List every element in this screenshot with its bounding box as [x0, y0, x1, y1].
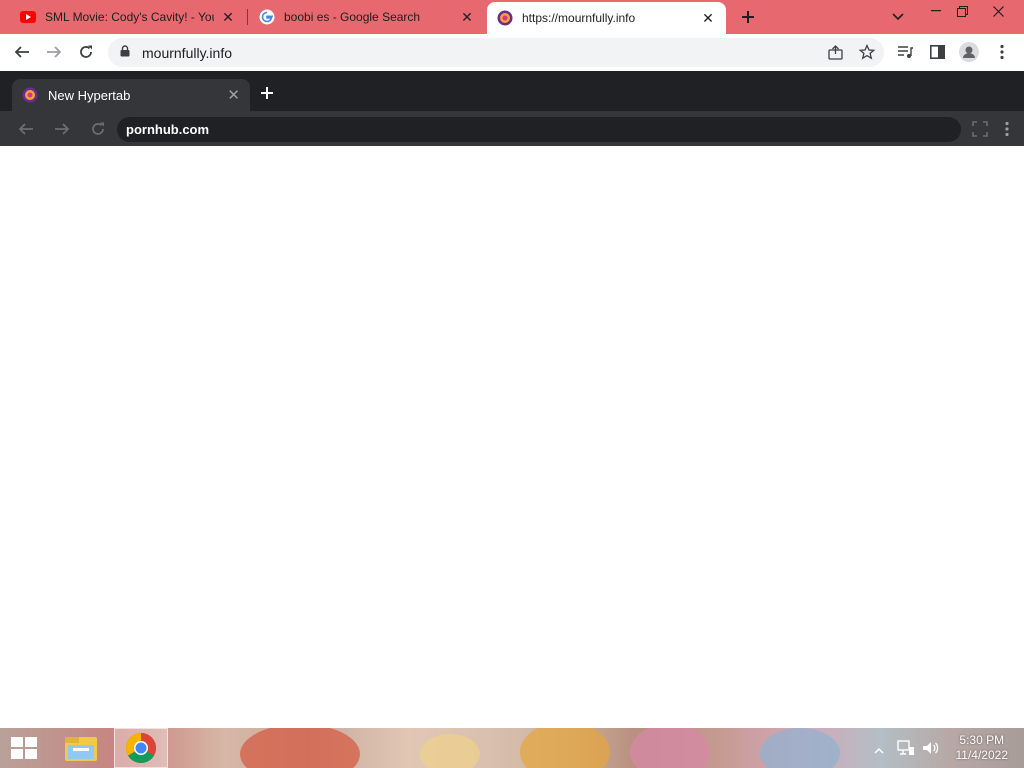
tab-title: https://mournfully.info	[522, 11, 636, 25]
network-icon[interactable]	[897, 739, 915, 762]
hypertab-icon	[497, 10, 513, 26]
inner-toolbar: pornhub.com	[0, 111, 1024, 146]
wallpaper-shape	[630, 728, 710, 768]
inner-address-bar[interactable]: pornhub.com	[117, 117, 961, 142]
tab-separator	[247, 9, 248, 25]
arrow-right-icon	[55, 123, 70, 135]
windows-taskbar: 5:30 PM 11/4/2022	[0, 728, 1024, 768]
page-content-blank[interactable]	[0, 146, 1024, 728]
inner-fullscreen-button[interactable]	[968, 117, 992, 141]
inner-new-tab-button[interactable]	[256, 82, 278, 104]
windows-start-icon	[11, 737, 37, 759]
close-tab-icon[interactable]: ✕	[227, 86, 240, 104]
inner-address-url: pornhub.com	[126, 122, 210, 137]
inner-tab-title: New Hypertab	[48, 87, 131, 103]
back-button[interactable]	[8, 38, 36, 66]
outer-tab-strip: SML Movie: Cody's Cavity! - YouT ✕ boobi…	[0, 0, 1024, 34]
wallpaper-shape	[520, 728, 610, 768]
file-explorer-icon	[65, 737, 97, 761]
restore-icon	[956, 5, 968, 17]
chevron-down-icon	[892, 13, 904, 21]
arrow-left-icon	[14, 46, 29, 58]
close-window-button[interactable]	[988, 2, 1008, 20]
reload-icon	[92, 122, 104, 135]
lock-icon[interactable]	[120, 44, 130, 62]
plus-icon	[261, 87, 273, 99]
menu-button[interactable]	[988, 38, 1016, 66]
tab-youtube[interactable]: SML Movie: Cody's Cavity! - YouT ✕	[10, 0, 246, 34]
side-panel-button[interactable]	[923, 38, 951, 66]
inner-reload-button[interactable]	[86, 117, 110, 141]
taskbar-clock[interactable]: 5:30 PM 11/4/2022	[956, 733, 1009, 763]
tab-mournfully-active[interactable]: https://mournfully.info ✕	[487, 2, 726, 34]
address-bar-url: mournfully.info	[142, 44, 233, 61]
kebab-menu-icon	[1005, 121, 1009, 137]
inner-tab-new-hypertab[interactable]: New Hypertab ✕	[12, 79, 250, 111]
close-tab-icon[interactable]: ✕	[220, 9, 236, 25]
clock-date: 11/4/2022	[955, 748, 1009, 762]
address-bar[interactable]: mournfully.info	[108, 38, 884, 67]
media-controls-button[interactable]	[891, 38, 919, 66]
start-button[interactable]	[0, 728, 48, 768]
outer-toolbar: mournfully.info	[0, 34, 1024, 71]
playlist-icon	[898, 46, 913, 58]
tab-google-search[interactable]: boobi es - Google Search ✕	[249, 0, 485, 34]
close-tab-icon[interactable]: ✕	[700, 10, 716, 26]
google-icon	[259, 9, 275, 25]
file-explorer-button[interactable]	[58, 728, 104, 768]
inner-forward-button[interactable]	[50, 117, 74, 141]
wallpaper-shape	[240, 728, 360, 768]
hypertab-icon	[22, 87, 38, 103]
youtube-icon	[20, 9, 36, 25]
clock-time: 5:30 PM	[959, 733, 1005, 747]
share-icon[interactable]	[828, 45, 844, 65]
minimize-icon	[931, 10, 941, 12]
wallpaper-shape	[420, 734, 480, 768]
profile-button[interactable]	[955, 38, 983, 66]
forward-button[interactable]	[40, 38, 68, 66]
volume-icon[interactable]	[921, 739, 939, 762]
inner-tab-strip: New Hypertab ✕	[0, 71, 1024, 111]
avatar-icon	[959, 42, 979, 62]
reload-icon	[80, 45, 92, 58]
wallpaper-shape	[760, 728, 840, 768]
arrow-left-icon	[18, 123, 33, 135]
chrome-taskbar-button[interactable]	[114, 728, 168, 768]
tab-title: SML Movie: Cody's Cavity! - YouT	[45, 10, 214, 24]
chevron-up-icon	[874, 747, 884, 754]
inner-menu-button[interactable]	[995, 117, 1019, 141]
close-tab-icon[interactable]: ✕	[459, 9, 475, 25]
show-hidden-icons-button[interactable]	[874, 742, 884, 760]
restore-button[interactable]	[952, 2, 972, 20]
tab-title: boobi es - Google Search	[284, 10, 421, 24]
new-tab-button[interactable]	[736, 5, 760, 29]
tab-search-button[interactable]	[888, 7, 908, 27]
plus-icon	[742, 11, 754, 23]
inner-back-button[interactable]	[14, 117, 38, 141]
chrome-icon	[125, 733, 157, 764]
minimize-button[interactable]	[926, 2, 946, 20]
fullscreen-icon	[972, 121, 988, 137]
kebab-menu-icon	[1000, 44, 1004, 60]
bookmark-star-icon[interactable]	[858, 43, 876, 65]
side-panel-icon	[929, 45, 945, 59]
reload-button[interactable]	[72, 38, 100, 66]
close-icon	[992, 5, 1004, 17]
arrow-right-icon	[47, 46, 62, 58]
